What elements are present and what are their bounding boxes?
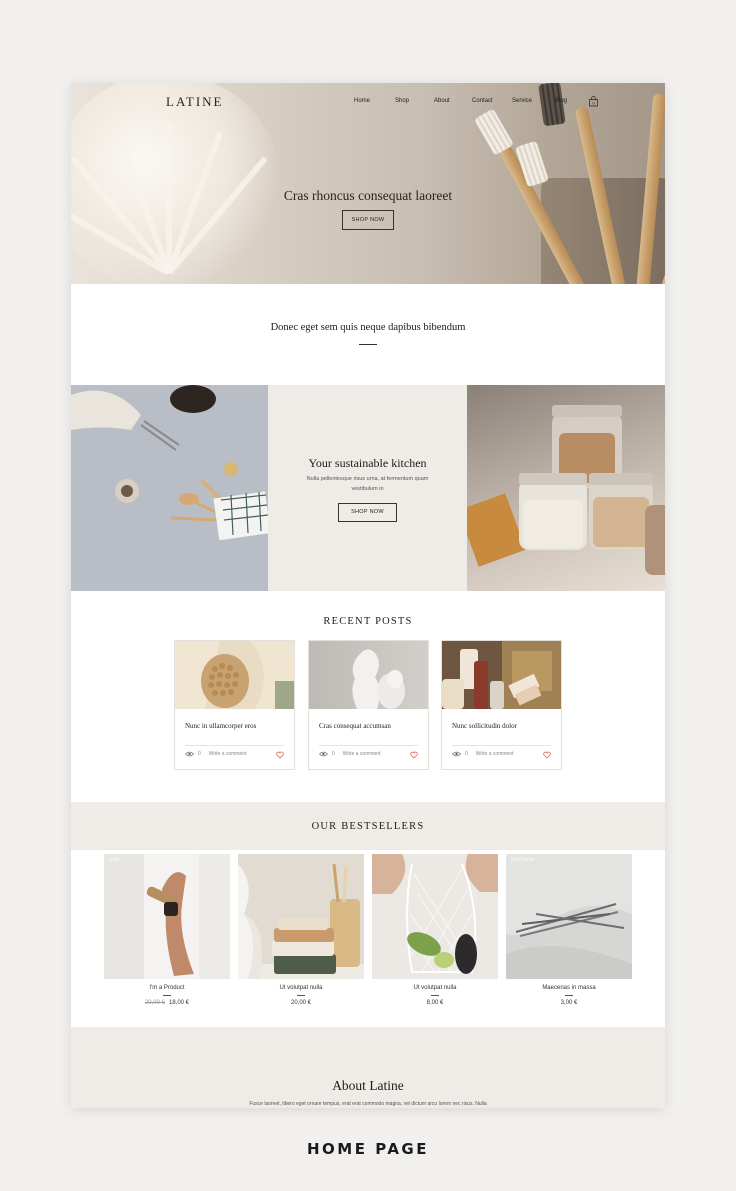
post-card[interactable]: Nunc sollicitudin dolor 0 Write a commen… — [441, 640, 562, 770]
product-price: 20,00 € — [238, 1000, 364, 1006]
post-image-chickpeas — [175, 641, 294, 709]
jars-image — [467, 385, 665, 591]
post-views: 0 — [332, 751, 335, 757]
eye-icon — [319, 751, 328, 757]
about-text: Fusce laoreet, libero eget ornare tempus… — [249, 1101, 487, 1107]
product-price: 20,00 € 18,00 € — [104, 1000, 230, 1006]
post-meta: 0 Write a comment — [452, 751, 513, 757]
cart-count: 0 — [592, 101, 595, 106]
heart-icon[interactable] — [276, 751, 284, 759]
product-image-straws: Best Seller — [506, 854, 632, 979]
bestsellers-title: OUR BESTSELLERS — [311, 821, 425, 832]
about-title: About Latine — [332, 1078, 404, 1093]
post-card[interactable]: Cras consequat accumsan 0 Write a commen… — [308, 640, 429, 770]
kitchen-band: Your sustainable kitchen Nulla pellentes… — [71, 385, 665, 591]
site-logo[interactable]: LATINE — [166, 94, 224, 110]
post-divider — [319, 745, 418, 746]
product-price: 3,00 € — [506, 1000, 632, 1006]
product-divider — [431, 995, 439, 996]
kitchen-title: Your sustainable kitchen — [308, 456, 427, 470]
hero-shop-now-button[interactable]: SHOP NOW — [342, 210, 394, 230]
product-image-soaps — [238, 854, 364, 979]
kitchen-promo: Your sustainable kitchen Nulla pellentes… — [268, 385, 467, 591]
post-image-sculpture — [309, 641, 428, 709]
heart-icon[interactable] — [410, 751, 418, 759]
intro-divider — [359, 344, 377, 345]
nav-about[interactable]: About — [434, 98, 450, 104]
recent-posts-title: RECENT POSTS — [323, 616, 413, 627]
product-current-price: 18,00 € — [169, 1000, 190, 1006]
product-current-price: 20,00 € — [290, 1000, 312, 1006]
product-name[interactable]: I'm a Product — [104, 985, 230, 991]
post-divider — [185, 745, 284, 746]
post-views: 0 — [198, 751, 201, 757]
post-title[interactable]: Cras consequat accumsan — [319, 722, 391, 730]
website-mockup: LATINE Home Shop About Contact Service B… — [71, 83, 665, 1108]
hero-title: Cras rhoncus consequat laoreet — [283, 188, 453, 203]
product-tag: Sale — [109, 857, 120, 863]
product-price: 8,00 € — [372, 1000, 498, 1006]
post-meta: 0 Write a comment — [185, 751, 246, 757]
bristle-decor — [538, 83, 566, 127]
utensils-image — [71, 385, 268, 591]
eye-icon — [452, 751, 461, 757]
post-meta: 0 Write a comment — [319, 751, 380, 757]
product-name[interactable]: Ut volutpat nulla — [372, 985, 498, 991]
product-divider — [163, 995, 171, 996]
product-divider — [565, 995, 573, 996]
page-caption: HOME PAGE — [307, 1140, 429, 1158]
post-views: 0 — [465, 751, 468, 757]
nav-shop[interactable]: Shop — [395, 98, 409, 104]
product-divider — [297, 995, 305, 996]
post-title[interactable]: Nunc in ullamcorper eros — [185, 722, 256, 730]
post-image-candles — [442, 641, 561, 709]
product-name[interactable]: Ut volutpat nulla — [238, 985, 364, 991]
nav-contact[interactable]: Contact — [472, 98, 493, 104]
about-band: About Latine Fusce laoreet, libero eget … — [71, 1027, 665, 1108]
kitchen-subtitle: Nulla pellentesque risus urna, at fermen… — [306, 476, 429, 492]
hero-banner: LATINE Home Shop About Contact Service B… — [71, 83, 665, 284]
eye-icon — [185, 751, 194, 757]
post-title[interactable]: Nunc sollicitudin dolor — [452, 722, 517, 730]
kitchen-shop-now-button[interactable]: SHOP NOW — [338, 503, 397, 522]
nav-service[interactable]: Service — [512, 98, 532, 104]
nav-home[interactable]: Home — [354, 98, 370, 104]
post-card[interactable]: Nunc in ullamcorper eros 0 Write a comme… — [174, 640, 295, 770]
write-comment-link[interactable]: Write a comment — [343, 751, 381, 757]
write-comment-link[interactable]: Write a comment — [209, 751, 247, 757]
write-comment-link[interactable]: Write a comment — [476, 751, 514, 757]
product-name[interactable]: Maecenas in massa — [506, 985, 632, 991]
product-tag: Best Seller — [511, 857, 536, 863]
post-divider — [452, 745, 551, 746]
product-current-price: 8,00 € — [426, 1000, 444, 1006]
intro-heading: Donec eget sem quis neque dapibus bibend… — [270, 322, 466, 333]
product-image-mesh-bag — [372, 854, 498, 979]
cart-icon[interactable]: 0 — [588, 96, 599, 107]
product-image-brush-leg: Sale — [104, 854, 230, 979]
product-current-price: 3,00 € — [560, 1000, 578, 1006]
heart-icon[interactable] — [543, 751, 551, 759]
nav-blog[interactable]: Blog — [555, 98, 567, 104]
product-old-price: 20,00 € — [144, 1000, 165, 1006]
